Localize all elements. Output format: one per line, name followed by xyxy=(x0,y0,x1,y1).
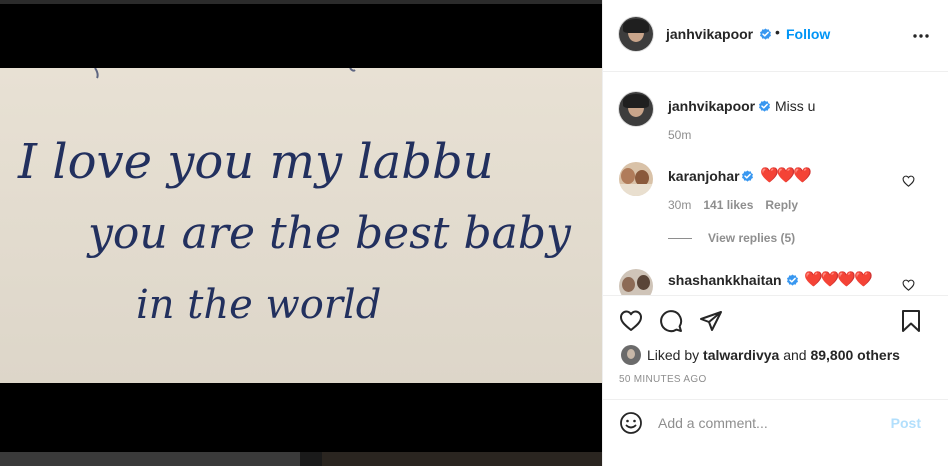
liker-avatar[interactable] xyxy=(621,345,641,365)
heart-icon[interactable] xyxy=(619,309,643,333)
comment-meta: 30m 141 likes Reply xyxy=(668,198,810,212)
panel-bottom-edge xyxy=(603,448,948,466)
bookmark-icon[interactable] xyxy=(899,309,923,333)
author-username[interactable]: janhvikapoor xyxy=(666,26,753,42)
caption-username[interactable]: janhvikapoor xyxy=(668,98,755,114)
verified-badge-icon xyxy=(759,100,770,112)
comment-time: 30m xyxy=(668,198,692,212)
reply-button[interactable]: Reply xyxy=(765,198,798,212)
follow-button[interactable]: Follow xyxy=(786,26,830,42)
header-separator: • xyxy=(775,24,780,40)
verified-badge-icon xyxy=(742,170,753,182)
author-avatar[interactable] xyxy=(619,17,653,51)
caption-text: Miss u xyxy=(775,98,816,114)
handwritten-note: I love you my labbu you are the best bab… xyxy=(17,68,572,328)
verified-badge-icon xyxy=(760,28,771,40)
liker-username[interactable]: talwardivya xyxy=(703,347,779,363)
comment-like-heart-icon[interactable] xyxy=(902,279,915,291)
verified-badge-icon xyxy=(787,274,798,286)
comment-composer: Add a comment... Post xyxy=(603,401,948,446)
comment-text: ❤️❤️❤️❤️ xyxy=(804,271,873,288)
likes-count[interactable]: 89,800 others xyxy=(810,347,900,363)
post-timestamp[interactable]: 50 MINUTES AGO xyxy=(619,374,707,385)
handwritten-note-photo: I love you my labbu you are the best bab… xyxy=(0,68,602,383)
comment-likes[interactable]: 141 likes xyxy=(703,198,753,212)
likes-prefix: Liked by xyxy=(647,347,700,363)
paper-plane-icon[interactable] xyxy=(699,309,723,333)
caption-avatar[interactable] xyxy=(619,92,653,126)
commenter-username[interactable]: karanjohar xyxy=(668,168,740,184)
commenter-avatar[interactable] xyxy=(619,162,653,196)
more-options-icon[interactable] xyxy=(911,28,931,44)
comments-list[interactable]: janhvikapoor Miss u 50m karanjohar ❤️❤️❤… xyxy=(603,73,948,295)
caption-time: 50m xyxy=(668,128,692,142)
note-line-2: you are the best baby xyxy=(86,208,572,259)
comment-like-heart-icon[interactable] xyxy=(902,175,915,187)
view-replies-button[interactable]: View replies (5) xyxy=(668,231,795,245)
post-actions: Liked by talwardivya and 89,800 others 5… xyxy=(603,295,948,400)
media-bottom-edge xyxy=(0,452,602,466)
post-comment-button[interactable]: Post xyxy=(891,415,921,431)
post-media[interactable]: I love you my labbu you are the best bab… xyxy=(0,0,602,466)
comment-input[interactable]: Add a comment... xyxy=(658,415,768,431)
comment-text: ❤️❤️❤️ xyxy=(760,167,812,184)
media-top-edge xyxy=(0,0,602,4)
smiley-icon[interactable] xyxy=(619,411,643,435)
likes-text: Liked by talwardivya and 89,800 others xyxy=(647,347,900,363)
comment-icon[interactable] xyxy=(659,309,683,333)
replies-divider xyxy=(668,238,692,240)
commenter-username[interactable]: shashankkhaitan xyxy=(668,272,782,288)
post-side-panel: janhvikapoor • Follow janhvikapoor Miss … xyxy=(602,0,948,466)
note-line-3: in the world xyxy=(136,282,381,328)
note-line-1: I love you my labbu xyxy=(17,134,494,190)
post-header: janhvikapoor • Follow xyxy=(603,0,948,72)
commenter-avatar[interactable] xyxy=(619,269,653,295)
view-replies-label: View replies (5) xyxy=(708,231,796,245)
likes-conj: and xyxy=(783,347,807,363)
